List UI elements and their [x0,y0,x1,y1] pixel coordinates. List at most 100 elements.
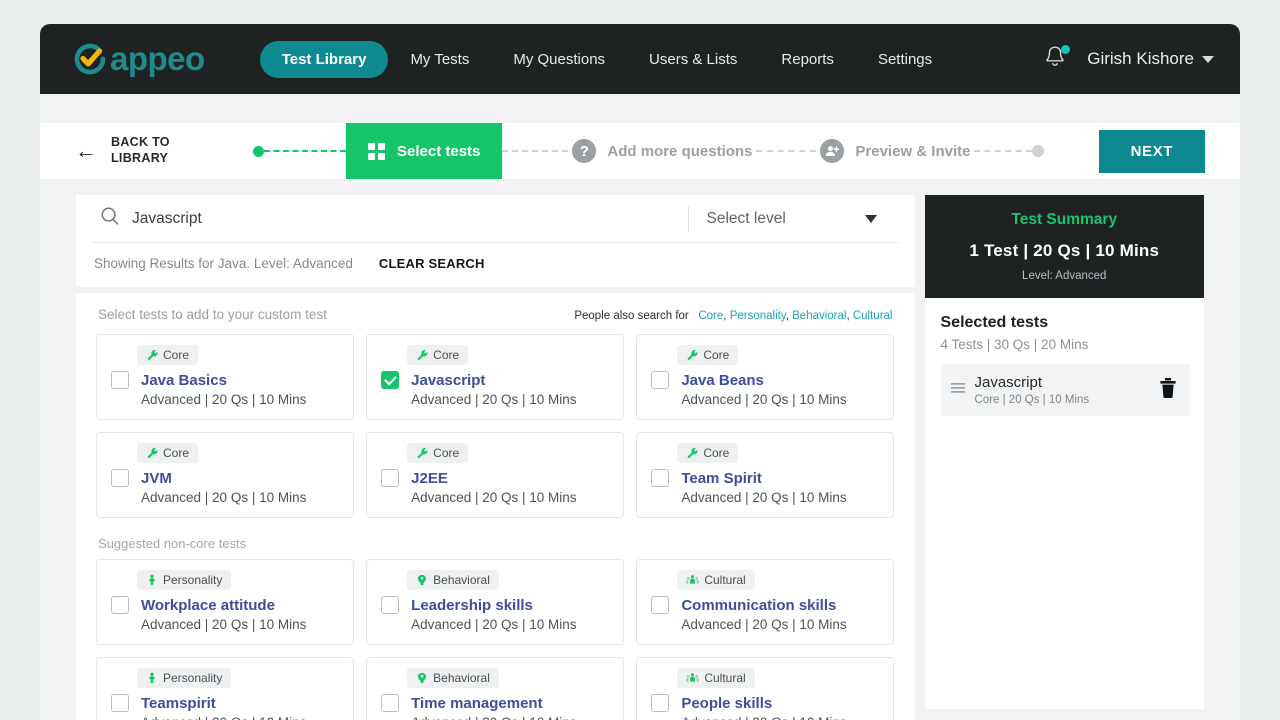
test-card[interactable]: Cultural Communication skills Advanced |… [636,559,895,645]
drag-handle-icon[interactable] [950,381,965,399]
test-title: J2EE [411,469,448,487]
wrench-icon [687,349,698,361]
delete-icon[interactable] [1158,377,1178,404]
test-card[interactable]: Core Java Basics Advanced | 20 Qs | 10 M… [96,334,355,420]
wrench-icon [417,447,428,459]
step-add-more-questions[interactable]: ? Add more questions [568,139,756,163]
search-result-row: Showing Results for Java. Level: Advance… [76,243,915,287]
test-checkbox[interactable] [651,694,670,712]
brain-icon [418,672,427,684]
badge-label: Personality [163,671,223,685]
test-checkbox[interactable] [381,596,400,614]
test-checkbox[interactable] [381,694,400,712]
step-select-tests[interactable]: Select tests [346,123,503,179]
tag-behavioral[interactable]: Behavioral [792,310,846,322]
nav-item-test-library[interactable]: Test Library [259,40,389,78]
test-card[interactable]: Core Team Spirit Advanced | 20 Qs | 10 M… [636,432,895,518]
test-card[interactable]: Core JVM Advanced | 20 Qs | 10 Mins [96,432,355,518]
step-start-dot [253,145,264,157]
selected-tests-meta: 4 Tests | 30 Qs | 20 Mins [940,337,1089,352]
brand-logo[interactable]: appeo [70,39,205,79]
user-menu[interactable]: Girish Kishore [1087,49,1214,69]
badge-label: Core [433,348,460,362]
test-checkbox[interactable] [651,371,670,389]
non-core-tests-grid: Personality Workplace attitude Advanced … [96,559,895,720]
test-card[interactable]: Cultural People skills Advanced | 20 Qs … [636,657,895,720]
chevron-down-icon [864,214,877,223]
test-checkbox[interactable] [651,596,670,614]
summary-level: Level: Advanced [1022,270,1107,282]
badge-label: Personality [163,573,223,587]
test-meta: Advanced | 20 Qs | 10 Mins [141,617,307,632]
test-title: JVM [141,469,172,487]
search-input[interactable] [132,209,680,228]
test-card[interactable]: Core Java Beans Advanced | 20 Qs | 10 Mi… [636,334,895,420]
test-card[interactable]: Core J2EE Advanced | 20 Qs | 10 Mins [366,432,625,518]
selected-test-item[interactable]: Javascript Core | 20 Qs | 10 Mins [940,364,1190,416]
left-column: Select level Showing Results for Java. L… [76,195,915,720]
notifications-button[interactable] [1043,44,1071,74]
tag-cultural[interactable]: Cultural [853,310,893,322]
nav-item-my-questions[interactable]: My Questions [491,42,627,77]
question-mark-icon: ? [572,139,597,163]
notification-dot [1061,45,1071,54]
test-checkbox[interactable] [111,371,129,389]
grid-icon [368,142,385,160]
test-card-row: Java Basics [111,371,339,389]
app-window: appeo Test Library My Tests My Questions… [40,24,1240,720]
test-checkbox[interactable] [111,694,129,712]
step-connector-grey-3 [974,150,1033,152]
badge-label: Cultural [704,573,746,587]
nav-item-reports[interactable]: Reports [759,42,856,77]
badge-label: Core [703,446,730,460]
tests-panel: Select tests to add to your custom test … [76,293,915,720]
test-card-row: Javascript [381,371,609,389]
nav-item-settings[interactable]: Settings [856,42,954,77]
badge-core: Core [407,443,469,463]
chevron-down-icon [1202,55,1214,63]
test-card-row: Teamspirit [111,694,339,712]
test-card[interactable]: Personality Teamspirit Advanced | 20 Qs … [96,657,355,720]
nav-item-my-tests[interactable]: My Tests [388,42,491,77]
tag-personality[interactable]: Personality [730,310,786,322]
badge-core: Core [407,345,469,365]
also-search-row: People also search for Core, Personality… [574,310,892,322]
tests-section-label: Select tests to add to your custom test [98,307,327,322]
test-card[interactable]: Core Javascript Advanced | 20 Qs | 10 Mi… [366,334,625,420]
test-checkbox[interactable] [651,469,670,487]
back-to-library-label: BACK TO LIBRARY [111,135,170,165]
test-card[interactable]: Personality Workplace attitude Advanced … [96,559,355,645]
level-select[interactable]: Select level [689,210,899,228]
nav-item-users-lists[interactable]: Users & Lists [627,42,759,77]
wrench-icon [147,349,158,361]
clear-search-button[interactable]: CLEAR SEARCH [379,256,485,271]
also-search-prefix: People also search for [574,310,689,322]
test-checkbox[interactable] [111,469,129,487]
person-icon [149,672,155,684]
badge-label: Cultural [704,671,746,685]
tag-core[interactable]: Core [698,310,723,322]
test-card[interactable]: Behavioral Leadership skills Advanced | … [366,559,625,645]
step-connector-grey-2 [756,150,817,152]
test-card-row: J2EE [381,469,609,487]
test-title: Javascript [411,371,486,389]
badge-core: Core [677,443,739,463]
step-preview-invite[interactable]: Preview & Invite [816,139,974,163]
test-title: Time management [411,694,543,712]
badge-label: Behavioral [433,573,490,587]
test-card[interactable]: Behavioral Time management Advanced | 20… [366,657,625,720]
user-name-label: Girish Kishore [1087,49,1194,68]
step-select-tests-label: Select tests [397,142,481,160]
next-button-top[interactable]: NEXT [1098,129,1205,173]
test-checkbox[interactable] [381,469,400,487]
test-checkbox[interactable] [111,596,129,614]
step-end-dot [1032,145,1045,157]
step-preview-invite-label: Preview & Invite [855,142,971,160]
back-to-library-button[interactable]: ← BACK TO LIBRARY [75,135,253,166]
test-meta: Advanced | 20 Qs | 10 Mins [411,392,577,407]
nav-gap [40,94,1240,123]
badge-core: Core [677,345,739,365]
test-title: Leadership skills [411,596,533,614]
test-checkbox[interactable] [381,371,400,389]
test-meta: Advanced | 20 Qs | 10 Mins [411,617,577,632]
